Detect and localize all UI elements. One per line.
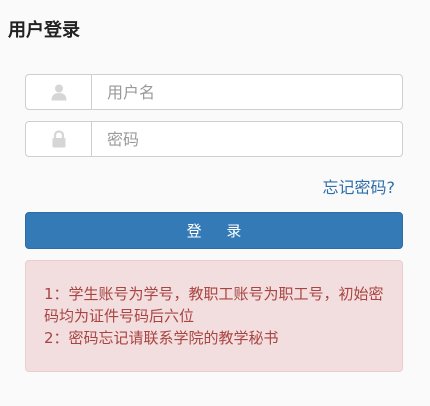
notice-line-1: 1：学生账号为学号，教职工账号为职工号，初始密码均为证件号码后六位 <box>44 285 384 325</box>
password-field[interactable] <box>25 121 403 157</box>
username-input[interactable] <box>92 75 402 109</box>
notice-alert: 1：学生账号为学号，教职工账号为职工号，初始密码均为证件号码后六位 2：密码忘记… <box>25 260 403 372</box>
forgot-password-link[interactable]: 忘记密码? <box>323 177 396 199</box>
page-title: 用户登录 <box>8 20 80 41</box>
username-field[interactable] <box>25 74 403 110</box>
password-input[interactable] <box>92 122 402 156</box>
user-icon <box>26 75 92 109</box>
lock-icon <box>26 122 92 156</box>
login-button[interactable]: 登 录 <box>25 212 403 249</box>
notice-line-2: 2：密码忘记请联系学院的教学秘书 <box>44 329 279 347</box>
